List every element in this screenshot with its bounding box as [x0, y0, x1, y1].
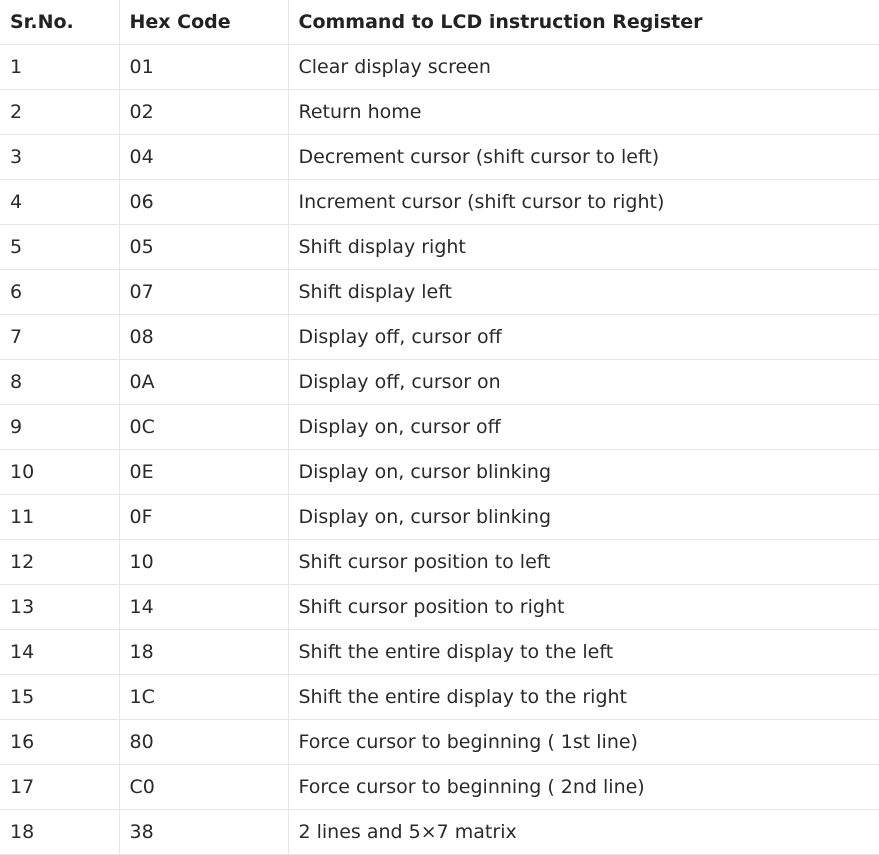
- header-command: Command to LCD instruction Register: [288, 0, 879, 45]
- table-body: 1 01 Clear display screen 2 02 Return home 3 04…: [0, 44, 879, 855]
- cell-sr-no: 15: [0, 674, 120, 720]
- cell-sr-no: 9: [0, 404, 120, 450]
- cell-command: Return home: [288, 89, 879, 135]
- cell-command: Increment cursor (shift cursor to right): [288, 179, 879, 225]
- cell-command: Display on, cursor blinking: [288, 449, 879, 495]
- table-row: 6 07 Shift display left: [0, 269, 879, 315]
- cell-sr-no: 18: [0, 809, 120, 855]
- table-row: 4 06 Increment cursor (shift cursor to rig…: [0, 179, 879, 225]
- table-row: 9 0C Display on, cursor off: [0, 404, 879, 450]
- cell-sr-no: 5: [0, 224, 120, 270]
- cell-sr-no: 7: [0, 314, 120, 360]
- table-row: 2 02 Return home: [0, 89, 879, 135]
- cell-hex-code: 18: [119, 629, 289, 675]
- cell-sr-no: 4: [0, 179, 120, 225]
- cell-command: Display on, cursor blinking: [288, 494, 879, 540]
- table-row: 17 C0 Force cursor to beginning ( 2nd line…: [0, 764, 879, 810]
- table-row: 3 04 Decrement cursor (shift cursor to lef…: [0, 134, 879, 180]
- table-row: 1 01 Clear display screen: [0, 44, 879, 90]
- cell-command: Display off, cursor on: [288, 359, 879, 405]
- cell-hex-code: 06: [119, 179, 289, 225]
- table-row: 5 05 Shift display right: [0, 224, 879, 270]
- cell-sr-no: 16: [0, 719, 120, 765]
- cell-hex-code: 04: [119, 134, 289, 180]
- cell-hex-code: 02: [119, 89, 289, 135]
- cell-command: Decrement cursor (shift cursor to left): [288, 134, 879, 180]
- cell-command: Force cursor to beginning ( 1st line): [288, 719, 879, 765]
- table-row: 16 80 Force cursor to beginning ( 1st line…: [0, 719, 879, 765]
- cell-command: Shift display left: [288, 269, 879, 315]
- cell-hex-code: 07: [119, 269, 289, 315]
- cell-sr-no: 17: [0, 764, 120, 810]
- cell-command: Shift the entire display to the left: [288, 629, 879, 675]
- table-row: 13 14 Shift cursor position to right: [0, 584, 879, 630]
- cell-hex-code: 1C: [119, 674, 289, 720]
- cell-command: Display on, cursor off: [288, 404, 879, 450]
- cell-command: Shift display right: [288, 224, 879, 270]
- cell-sr-no: 14: [0, 629, 120, 675]
- lcd-command-table: Sr.No. Hex Code Command to LCD instructi…: [0, 0, 879, 855]
- cell-sr-no: 10: [0, 449, 120, 495]
- cell-hex-code: 0F: [119, 494, 289, 540]
- table-row: 11 0F Display on, cursor blinking: [0, 494, 879, 540]
- cell-hex-code: 0C: [119, 404, 289, 450]
- cell-sr-no: 11: [0, 494, 120, 540]
- table-row: 12 10 Shift cursor position to left: [0, 539, 879, 585]
- cell-hex-code: 01: [119, 44, 289, 90]
- cell-sr-no: 8: [0, 359, 120, 405]
- cell-hex-code: 80: [119, 719, 289, 765]
- cell-hex-code: 38: [119, 809, 289, 855]
- cell-hex-code: C0: [119, 764, 289, 810]
- cell-sr-no: 3: [0, 134, 120, 180]
- cell-command: Shift the entire display to the right: [288, 674, 879, 720]
- cell-command: Clear display screen: [288, 44, 879, 90]
- table-row: 10 0E Display on, cursor blinking: [0, 449, 879, 495]
- cell-sr-no: 12: [0, 539, 120, 585]
- cell-sr-no: 2: [0, 89, 120, 135]
- table-row: 18 38 2 lines and 5×7 matrix: [0, 809, 879, 855]
- header-row: Sr.No. Hex Code Command to LCD instructi…: [0, 0, 879, 45]
- cell-command: Shift cursor position to right: [288, 584, 879, 630]
- header-hex-code: Hex Code: [119, 0, 289, 45]
- cell-command: Display off, cursor off: [288, 314, 879, 360]
- table-row: 7 08 Display off, cursor off: [0, 314, 879, 360]
- cell-command: 2 lines and 5×7 matrix: [288, 809, 879, 855]
- cell-sr-no: 6: [0, 269, 120, 315]
- cell-hex-code: 08: [119, 314, 289, 360]
- cell-hex-code: 14: [119, 584, 289, 630]
- cell-hex-code: 0A: [119, 359, 289, 405]
- table-row: 14 18 Shift the entire display to the left: [0, 629, 879, 675]
- cell-hex-code: 10: [119, 539, 289, 585]
- cell-sr-no: 13: [0, 584, 120, 630]
- cell-hex-code: 05: [119, 224, 289, 270]
- cell-command: Force cursor to beginning ( 2nd line): [288, 764, 879, 810]
- table-row: 8 0A Display off, cursor on: [0, 359, 879, 405]
- table-header: Sr.No. Hex Code Command to LCD instructi…: [0, 0, 879, 45]
- header-sr-no: Sr.No.: [0, 0, 120, 45]
- cell-sr-no: 1: [0, 44, 120, 90]
- table-row: 15 1C Shift the entire display to the righ…: [0, 674, 879, 720]
- cell-command: Shift cursor position to left: [288, 539, 879, 585]
- cell-hex-code: 0E: [119, 449, 289, 495]
